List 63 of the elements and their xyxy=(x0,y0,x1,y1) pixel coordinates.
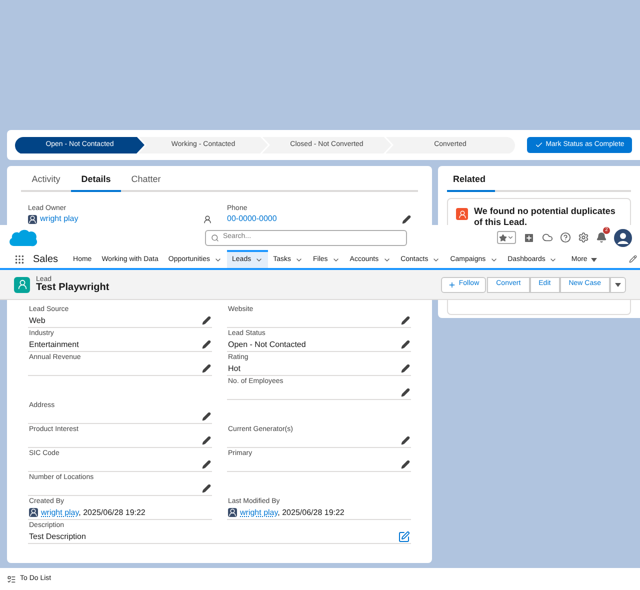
record-name: Test Playwright xyxy=(36,283,110,293)
chevron-icon[interactable] xyxy=(432,256,440,264)
duplicates-icon xyxy=(456,208,468,220)
edit-icon[interactable] xyxy=(401,316,410,325)
edit-icon[interactable] xyxy=(202,340,211,349)
chevron-icon[interactable] xyxy=(332,256,340,264)
user-link[interactable]: wright play xyxy=(40,213,78,225)
cloud-icon[interactable] xyxy=(542,232,553,243)
check-icon xyxy=(534,141,543,149)
help-icon[interactable] xyxy=(560,232,571,243)
chevron-icon[interactable] xyxy=(214,256,222,264)
app-name: Sales xyxy=(33,252,58,266)
chevron-icon[interactable] xyxy=(295,256,303,264)
duplicates-message: We found no potential duplicates of this Lead. xyxy=(474,206,616,228)
field-value: Test Description xyxy=(29,530,86,542)
user-link[interactable]: wright play xyxy=(240,508,278,516)
edit-icon[interactable] xyxy=(401,436,410,445)
edit-icon[interactable] xyxy=(202,460,211,469)
lead-icon xyxy=(14,276,30,292)
tab[interactable]: Details xyxy=(71,172,121,192)
phone-link[interactable]: 00-0000-0000 xyxy=(227,213,277,225)
edit-icon[interactable] xyxy=(401,388,410,397)
related-tab[interactable]: Related xyxy=(447,172,495,192)
settings-icon[interactable] xyxy=(578,232,589,243)
edit-icon[interactable] xyxy=(202,364,211,373)
edit-icon[interactable] xyxy=(401,460,410,469)
tab[interactable]: Activity xyxy=(21,172,71,192)
user-link[interactable]: wright play xyxy=(41,508,79,516)
field-value: Open - Not Contacted xyxy=(228,338,306,350)
chevron-icon[interactable] xyxy=(382,256,391,264)
todo-icon xyxy=(7,574,16,584)
field-value: Entertainment xyxy=(29,338,79,350)
chevron-icon[interactable] xyxy=(255,256,264,264)
edit-icon[interactable] xyxy=(202,316,211,325)
field-value: Web xyxy=(29,314,46,326)
tab[interactable]: Chatter xyxy=(121,172,171,192)
chevron-icon[interactable] xyxy=(490,256,498,264)
add-icon[interactable] xyxy=(523,232,535,244)
caret-icon[interactable] xyxy=(591,258,598,262)
edit-icon[interactable] xyxy=(202,484,211,493)
modified-date: , 2025/06/28 19:22 xyxy=(78,508,146,516)
app-launcher-icon[interactable] xyxy=(14,254,25,264)
plus-icon xyxy=(448,280,456,288)
edit-icon[interactable] xyxy=(402,214,411,224)
edit-icon[interactable] xyxy=(202,436,211,445)
avatar-icon[interactable] xyxy=(614,228,632,246)
search-icon xyxy=(211,234,219,242)
favorites-button[interactable] xyxy=(497,231,516,244)
edit-icon[interactable] xyxy=(401,364,410,373)
edit-nav-icon[interactable] xyxy=(629,255,637,263)
edit-icon[interactable] xyxy=(202,412,211,421)
modified-date: , 2025/06/28 19:22 xyxy=(278,508,344,516)
avatar-icon xyxy=(228,508,237,517)
field-value: Hot xyxy=(228,362,240,374)
chevron-icon[interactable] xyxy=(549,256,558,264)
star-icon xyxy=(499,234,507,242)
more-actions-button[interactable] xyxy=(610,276,626,292)
edit-icon[interactable] xyxy=(401,340,410,349)
chevron-icon xyxy=(507,234,514,241)
avatar-icon xyxy=(29,508,38,517)
logo-icon xyxy=(8,228,38,248)
edit-icon[interactable] xyxy=(398,530,410,542)
notifications-icon[interactable] xyxy=(596,232,607,243)
